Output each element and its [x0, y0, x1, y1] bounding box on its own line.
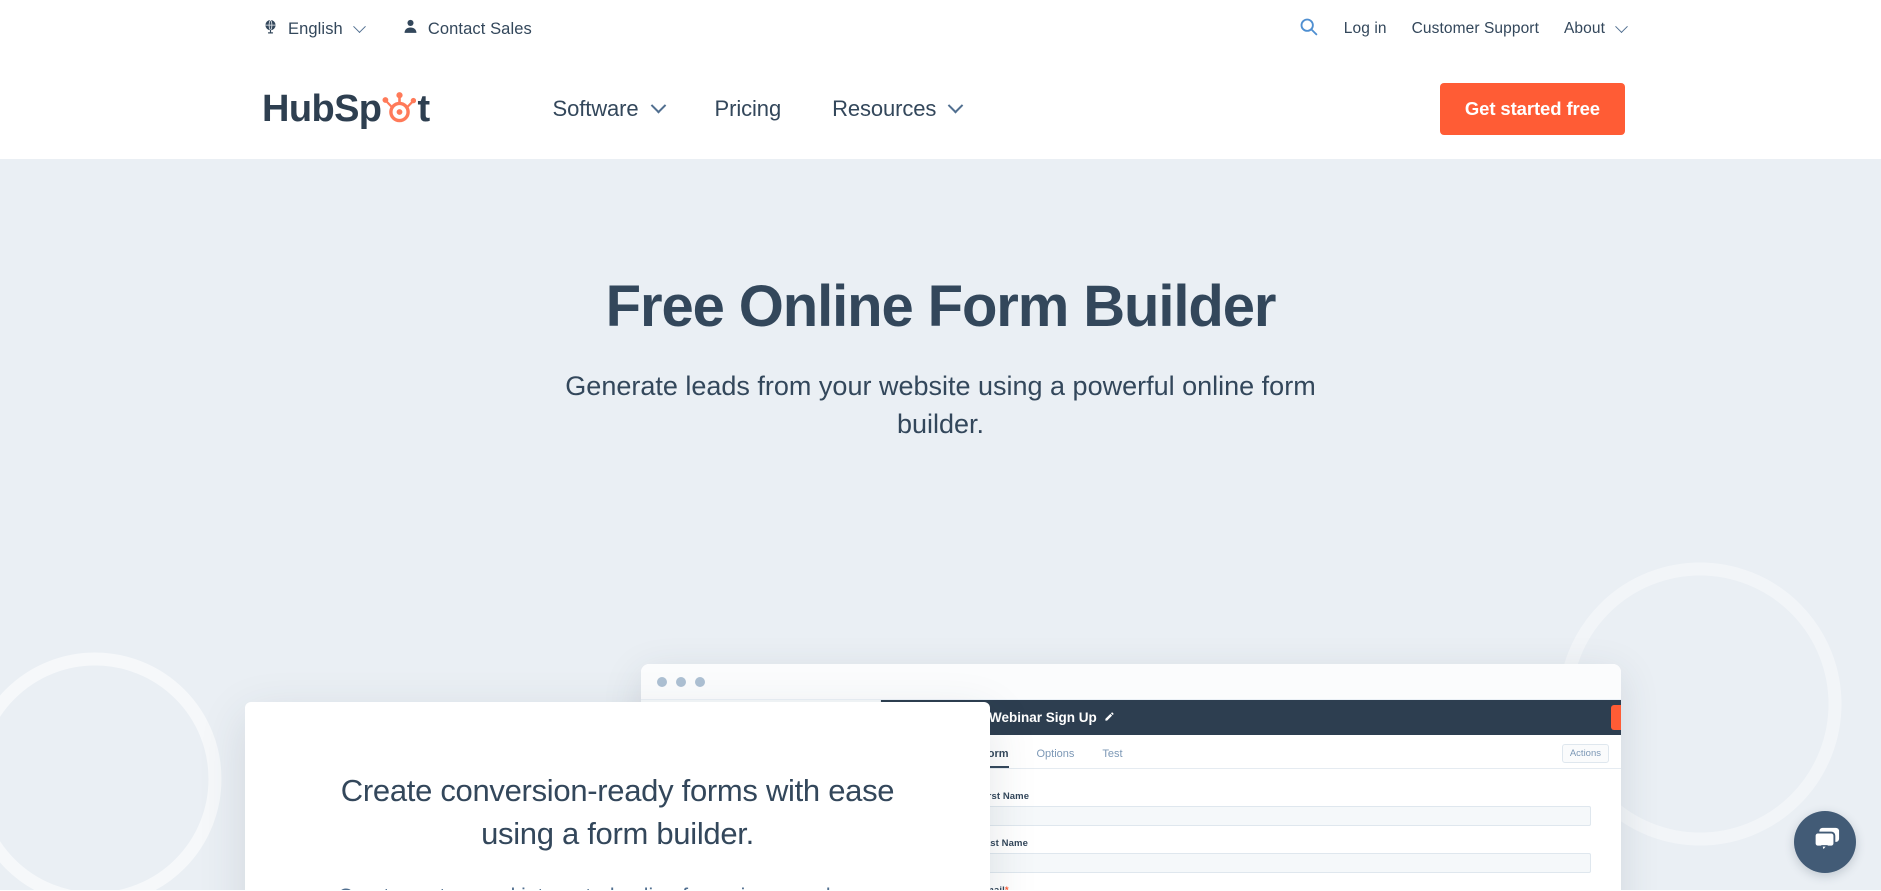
form-field-first-name: First Name — [979, 791, 1591, 826]
hero-subtitle: Generate leads from your website using a… — [565, 370, 1316, 440]
chat-widget-button[interactable] — [1794, 811, 1856, 873]
tab-test[interactable]: Test — [1102, 748, 1122, 768]
chevron-down-icon — [948, 97, 964, 114]
hero-section: Free Online Form Builder Generate leads … — [0, 159, 1881, 890]
main-navigation: HubSp t Software Pricing Resources Get s… — [0, 58, 1881, 159]
nav-item-resources-label: Resources — [832, 95, 937, 121]
feature-card-title: Create conversion-ready forms with ease … — [340, 773, 895, 851]
browser-dot — [695, 676, 705, 687]
chevron-down-icon — [1615, 19, 1628, 33]
person-icon — [402, 18, 419, 40]
field-label: Last Name — [979, 838, 1028, 849]
nav-item-resources[interactable]: Resources — [832, 95, 964, 122]
search-icon[interactable] — [1298, 16, 1319, 42]
contact-sales-link[interactable]: Contact Sales — [402, 18, 532, 40]
hubspot-sprocket-icon — [382, 87, 417, 130]
customer-support-link[interactable]: Customer Support — [1412, 20, 1539, 38]
logo-text-before: HubSp — [262, 87, 382, 130]
nav-item-pricing-label: Pricing — [714, 95, 782, 121]
logo-text-after: t — [417, 87, 430, 130]
topbar-primary-action[interactable] — [1611, 705, 1621, 730]
form-field-email: Email* — [979, 885, 1591, 890]
form-builder-main: Webinar Sign Up Form Options Test Action… — [881, 700, 1621, 890]
form-field-last-name: Last Name — [979, 838, 1591, 873]
page-title: Free Online Form Builder — [605, 274, 1277, 339]
feature-card: Create conversion-ready forms with ease … — [245, 702, 990, 890]
browser-dot — [676, 676, 686, 687]
chevron-down-icon — [650, 97, 666, 114]
required-marker: * — [1005, 885, 1009, 890]
form-builder-tabs: Form Options Test Actions — [881, 735, 1621, 769]
globe-icon — [262, 18, 279, 40]
field-label: Email* — [979, 885, 1591, 890]
field-label: First Name — [979, 791, 1030, 802]
first-name-input[interactable] — [979, 806, 1591, 826]
actions-button[interactable]: Actions — [1561, 744, 1609, 763]
form-name-label: Webinar Sign Up — [989, 710, 1097, 725]
last-name-input[interactable] — [979, 853, 1591, 873]
language-label: English — [288, 19, 343, 38]
login-link[interactable]: Log in — [1344, 20, 1387, 38]
pencil-icon[interactable] — [1104, 710, 1115, 725]
contact-sales-label: Contact Sales — [427, 19, 532, 38]
nav-links: Software Pricing Resources — [552, 95, 964, 122]
chevron-down-icon — [352, 19, 366, 33]
tab-options[interactable]: Options — [1037, 748, 1075, 768]
language-selector[interactable]: English — [262, 18, 366, 40]
utility-bar-right: Log in Customer Support About — [1298, 16, 1628, 42]
hero-content: Free Online Form Builder Generate leads … — [0, 159, 1881, 443]
browser-dot — [657, 676, 667, 687]
nav-item-software-label: Software — [552, 95, 639, 121]
browser-chrome — [641, 664, 1621, 700]
hubspot-logo[interactable]: HubSp t — [262, 87, 430, 130]
form-builder-topbar: Webinar Sign Up — [881, 700, 1621, 735]
utility-bar: English Contact Sales Log in Customer Su… — [0, 0, 1881, 58]
nav-item-software[interactable]: Software — [552, 95, 666, 122]
feature-card-body: Create custom and integrated online form… — [309, 881, 926, 890]
about-label: About — [1563, 20, 1605, 37]
utility-bar-left: English Contact Sales — [262, 18, 532, 40]
form-name: Webinar Sign Up — [989, 710, 1115, 725]
get-started-free-button[interactable]: Get started free — [1439, 82, 1625, 135]
chat-bubbles-icon — [1809, 825, 1841, 860]
about-menu[interactable]: About — [1563, 19, 1628, 38]
form-canvas: First Name Last Name Email* Submit — [881, 769, 1621, 890]
nav-item-pricing[interactable]: Pricing — [715, 96, 782, 122]
